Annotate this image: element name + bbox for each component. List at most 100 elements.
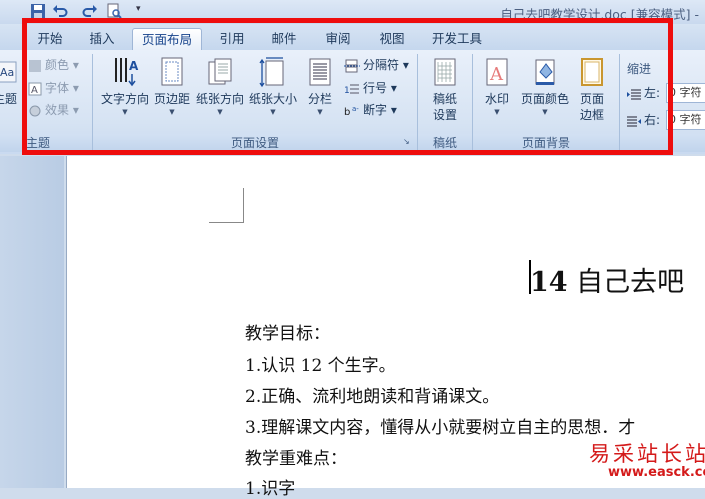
margin-corner-mark: [209, 188, 244, 223]
draft-paper-setup-button[interactable]: 稿纸 设置: [424, 56, 466, 123]
title-bar: ▾ 自己去吧教学设计.doc [兼容模式] -: [0, 0, 705, 24]
svg-text:A: A: [31, 85, 38, 96]
columns-button[interactable]: 分栏 ▼: [302, 56, 338, 117]
dropdown-arrow-icon: ▼: [542, 108, 548, 116]
themes-icon: Aa: [0, 61, 17, 83]
breaks-icon: [344, 59, 360, 72]
svg-text:a-: a-: [352, 105, 359, 113]
theme-fonts-button[interactable]: A 字体 ▾: [28, 79, 79, 97]
line-numbers-label: 行号: [363, 81, 388, 95]
margins-icon: [161, 57, 183, 86]
save-icon[interactable]: [30, 3, 46, 19]
indent-left-input[interactable]: 0 字符: [666, 83, 705, 103]
breaks-button[interactable]: 分隔符 ▾: [344, 56, 409, 74]
document-heading: 14 自己去吧: [530, 260, 684, 299]
tab-insert[interactable]: 插入: [80, 28, 124, 50]
dropdown-arrow-icon: ▼: [122, 108, 128, 116]
breaks-label: 分隔符: [363, 58, 400, 72]
page-setup-dialog-launcher-icon[interactable]: ↘: [403, 137, 413, 147]
paragraph-group-label: [620, 134, 705, 152]
theme-colors-label: 颜色: [45, 58, 70, 72]
tab-review[interactable]: 审阅: [316, 28, 360, 50]
page-setup-group-label: 页面设置: [93, 134, 417, 152]
paper-size-button[interactable]: 纸张大小 ▼: [248, 56, 298, 117]
svg-text:b: b: [344, 107, 350, 118]
page-background-group-label: 页面背景: [473, 134, 619, 152]
svg-text:Aa: Aa: [0, 66, 14, 79]
margins-button[interactable]: 页边距 ▼: [152, 56, 192, 117]
document-line: 3.理解课文内容，懂得从小就要树立自主的思想．才: [245, 418, 636, 438]
tab-view[interactable]: 视图: [370, 28, 414, 50]
dropdown-arrow-icon: ▼: [217, 108, 223, 116]
orientation-label: 纸张方向: [195, 92, 244, 106]
print-preview-icon[interactable]: [106, 3, 122, 19]
hyphenation-button[interactable]: b a- 断字 ▾: [344, 101, 397, 119]
themes-label: 主题: [0, 92, 17, 106]
page-color-label: 页面颜色: [520, 92, 569, 106]
draft-paper-label-line2: 设置: [432, 108, 457, 122]
page-borders-label-line2: 边框: [579, 108, 604, 122]
theme-fonts-icon: A: [28, 82, 42, 96]
document-line: 1.识字: [245, 479, 296, 499]
document-line: 1.认识 12 个生字。: [245, 356, 396, 376]
tab-home[interactable]: 开始: [28, 28, 72, 50]
orientation-button[interactable]: 纸张方向 ▼: [194, 56, 246, 117]
dropdown-arrow-icon: ▼: [494, 108, 500, 116]
theme-effects-label: 效果: [45, 103, 70, 117]
dropdown-arrow-icon: ▼: [270, 108, 276, 116]
heading-text: 自己去吧: [567, 267, 685, 298]
svg-text:A: A: [489, 64, 504, 85]
heading-number: 14: [530, 267, 568, 298]
theme-effects-button[interactable]: 效果 ▾: [28, 101, 79, 119]
watermark-button[interactable]: A 水印 ▼: [478, 56, 516, 117]
dropdown-arrow-icon: ▼: [169, 108, 175, 116]
draft-paper-icon: [434, 58, 456, 86]
text-direction-button[interactable]: A 文字方向 ▼: [98, 56, 152, 117]
margins-label: 页边距: [153, 92, 190, 106]
svg-text:1: 1: [344, 86, 350, 96]
themes-group-label: 主题: [0, 134, 92, 152]
left-ruler: [0, 156, 64, 488]
paper-size-icon: [259, 57, 284, 88]
paper-size-label: 纸张大小: [248, 92, 297, 106]
theme-colors-button[interactable]: 颜色 ▾: [28, 56, 79, 74]
line-numbers-button[interactable]: 1 行号 ▾: [344, 79, 397, 97]
orientation-icon: [208, 58, 232, 85]
text-direction-label: 文字方向: [100, 92, 149, 106]
customize-qat-icon[interactable]: ▾: [136, 4, 141, 14]
page-borders-label-line1: 页面: [579, 92, 604, 106]
document-line: 教学重难点：: [245, 449, 347, 469]
undo-icon[interactable]: [52, 3, 68, 19]
page-color-button[interactable]: 页面颜色 ▼: [518, 56, 572, 117]
hyphenation-label: 断字: [363, 103, 388, 117]
site-watermark-url: www.easck.com: [608, 465, 705, 480]
ribbon-tab-bar: 开始 插入 页面布局 引用 邮件 审阅 视图 开发工具: [0, 24, 705, 51]
window-title: 自己去吧教学设计.doc [兼容模式] -: [500, 7, 699, 22]
theme-effects-icon: [29, 105, 41, 116]
page-color-icon: [535, 59, 555, 85]
ribbon: Aa 主题 颜色 ▾ A字体 ▾ 效果 ▾ 主题 A 文字方向 ▼ 页边距 ▼ …: [0, 50, 705, 154]
tab-developer[interactable]: 开发工具: [424, 28, 490, 50]
theme-colors-icon: [29, 59, 41, 72]
tab-page-layout[interactable]: 页面布局: [132, 28, 202, 51]
indent-right-input[interactable]: 0 字符: [666, 110, 705, 130]
site-watermark: 易采站长站: [589, 442, 705, 466]
tab-mailings[interactable]: 邮件: [262, 28, 306, 50]
document-line: 2.正确、流利地朗读和背诵课文。: [245, 387, 500, 407]
indent-right-icon: [627, 116, 641, 126]
watermark-label: 水印: [484, 92, 509, 106]
indent-left-icon: [627, 89, 641, 99]
themes-button[interactable]: Aa 主题: [0, 56, 18, 107]
document-line: 教学目标：: [245, 324, 330, 344]
indent-left-label: 左:: [627, 84, 660, 102]
draft-paper-group-label: 稿纸: [418, 134, 472, 152]
watermark-icon: A: [486, 58, 508, 86]
page-borders-button[interactable]: 页面 边框: [574, 56, 610, 123]
redo-icon[interactable]: [82, 3, 98, 19]
tab-references[interactable]: 引用: [210, 28, 254, 50]
draft-paper-label-line1: 稿纸: [432, 92, 457, 106]
text-direction-icon: A: [115, 58, 139, 87]
svg-text:A: A: [129, 59, 139, 73]
indent-right-label: 右:: [627, 111, 660, 129]
hyphenation-icon: b a-: [344, 105, 359, 118]
